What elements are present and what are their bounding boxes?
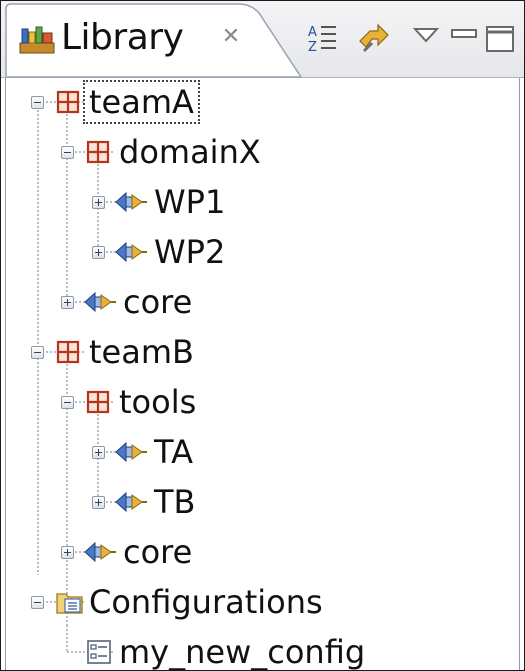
library-tree: teamA domainX WP1 WP2 core teamB tools TA TB core… — [1, 78, 524, 670]
tree-item-label: teamA — [83, 80, 200, 124]
svg-text:Z: Z — [308, 40, 317, 55]
view-menu-icon[interactable] — [409, 21, 443, 55]
collapse-icon[interactable] — [31, 346, 44, 359]
expand-icon[interactable] — [61, 546, 74, 559]
library-icon — [19, 25, 55, 55]
expand-icon[interactable] — [92, 496, 105, 509]
plugin-icon — [114, 189, 148, 219]
tree-item-teamB[interactable]: teamB — [1, 328, 501, 378]
configurations-folder-icon — [55, 588, 85, 620]
view-header: Library ✕ A Z — [1, 1, 524, 78]
expand-icon[interactable] — [92, 246, 105, 259]
tree-item-configurations[interactable]: Configurations — [1, 578, 501, 628]
tree-item-label: TB — [154, 483, 196, 521]
collapse-icon[interactable] — [31, 596, 44, 609]
package-icon — [55, 339, 81, 369]
tree-item-TB[interactable]: TB — [1, 478, 501, 528]
tree-item-label: domainX — [119, 133, 261, 171]
tree-item-label: teamB — [89, 333, 194, 371]
plugin-icon — [114, 239, 148, 269]
minimize-icon[interactable] — [447, 21, 481, 55]
plugin-icon — [114, 439, 148, 469]
tree-item-label: core — [123, 533, 193, 571]
maximize-icon[interactable] — [483, 21, 517, 55]
collapse-icon[interactable] — [61, 396, 74, 409]
link-with-editor-icon[interactable] — [356, 21, 390, 55]
tree-item-label: my_new_config — [119, 633, 366, 671]
collapse-all-icon[interactable]: A Z — [304, 21, 338, 55]
tree-item-coreA[interactable]: core — [1, 278, 501, 328]
tree-item-TA[interactable]: TA — [1, 428, 501, 478]
tree-item-label: WP1 — [154, 183, 226, 221]
collapse-icon[interactable] — [61, 146, 74, 159]
expand-icon[interactable] — [92, 196, 105, 209]
tree-item-label: WP2 — [154, 233, 226, 271]
tree-item-domainX[interactable]: domainX — [1, 128, 501, 178]
collapse-icon[interactable] — [31, 96, 44, 109]
expand-icon[interactable] — [92, 446, 105, 459]
tree-item-teamA[interactable]: teamA — [1, 78, 501, 128]
close-icon[interactable]: ✕ — [219, 25, 243, 49]
library-tab[interactable]: Library ✕ — [1, 1, 311, 78]
configuration-icon — [85, 638, 113, 670]
tree-item-label: core — [123, 283, 193, 321]
tree-item-WP2[interactable]: WP2 — [1, 228, 501, 278]
package-icon — [85, 139, 111, 169]
expand-icon[interactable] — [61, 296, 74, 309]
tree-item-coreB[interactable]: core — [1, 528, 501, 578]
tree-item-tools[interactable]: tools — [1, 378, 501, 428]
package-icon — [55, 89, 81, 119]
tab-title: Library — [61, 17, 184, 58]
tree-item-WP1[interactable]: WP1 — [1, 178, 501, 228]
tree-item-label: Configurations — [89, 583, 323, 621]
tree-item-label: tools — [119, 383, 197, 421]
plugin-icon — [83, 539, 117, 569]
library-view: Library ✕ A Z teamA domainX WP1 WP2 core… — [0, 0, 525, 671]
plugin-icon — [83, 289, 117, 319]
tree-item-my_new_config[interactable]: my_new_config — [1, 628, 501, 671]
tree-item-label: TA — [154, 433, 193, 471]
plugin-icon — [114, 489, 148, 519]
svg-text:A: A — [308, 25, 317, 40]
package-icon — [85, 389, 111, 419]
